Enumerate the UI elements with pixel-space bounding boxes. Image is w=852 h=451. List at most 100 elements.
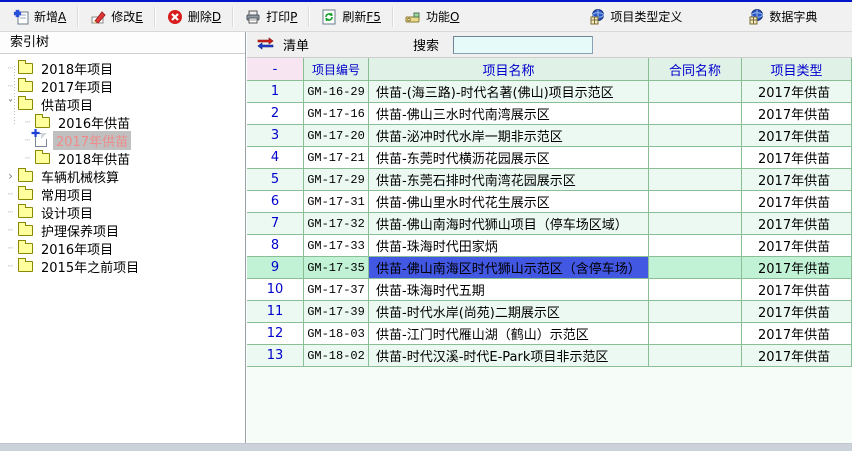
cell-project-code[interactable]: GM-17-29: [304, 169, 369, 190]
cell-row-number[interactable]: 5: [247, 169, 304, 190]
cell-project-name[interactable]: 供苗-珠海时代五期: [369, 279, 649, 300]
cell-project-type[interactable]: 2017年供苗: [742, 279, 852, 300]
table-row[interactable]: 3 GM-17-20 供苗-泌冲时代水岸一期非示范区 2017年供苗: [247, 125, 852, 147]
swap-arrows-icon[interactable]: [257, 37, 274, 53]
table-row[interactable]: 9 GM-17-35 供苗-佛山南海区时代狮山示范区（含停车场） 2017年供苗: [247, 257, 852, 279]
tree-expand-icon[interactable]: [4, 81, 17, 92]
table-row[interactable]: 2 GM-17-16 供苗-佛山三水时代南湾展示区 2017年供苗: [247, 103, 852, 125]
tree-item[interactable]: 设计项目: [0, 203, 245, 221]
cell-row-number[interactable]: 3: [247, 125, 304, 146]
table-row[interactable]: 11 GM-17-39 供苗-时代水岸(尚苑)二期展示区 2017年供苗: [247, 301, 852, 323]
cell-contract-name[interactable]: [649, 235, 742, 256]
cell-row-number[interactable]: 4: [247, 147, 304, 168]
tree-item[interactable]: 2015年之前项目: [0, 257, 245, 275]
tree-expand-icon[interactable]: [4, 243, 17, 254]
delete-button[interactable]: 删除D: [160, 5, 228, 28]
cell-project-name[interactable]: 供苗-佛山南海时代狮山项目（停车场区域）: [369, 213, 649, 234]
cell-row-number[interactable]: 13: [247, 345, 304, 366]
column-header-type[interactable]: 项目类型: [742, 58, 852, 80]
cell-project-name[interactable]: 供苗-(海三路)-时代名著(佛山)项目示范区: [369, 81, 649, 102]
table-row[interactable]: 7 GM-17-32 供苗-佛山南海时代狮山项目（停车场区域） 2017年供苗: [247, 213, 852, 235]
project-type-define-button[interactable]: 项目类型定义: [582, 5, 689, 28]
tree-item[interactable]: 2018年项目: [0, 59, 245, 77]
cell-project-code[interactable]: GM-17-16: [304, 103, 369, 124]
cell-project-name[interactable]: 供苗-泌冲时代水岸一期非示范区: [369, 125, 649, 146]
cell-project-name[interactable]: 供苗-时代汉溪-时代E-Park项目非示范区: [369, 345, 649, 366]
tree-item[interactable]: 车辆机械核算: [0, 167, 245, 185]
cell-contract-name[interactable]: [649, 213, 742, 234]
cell-contract-name[interactable]: [649, 279, 742, 300]
search-input[interactable]: [453, 36, 593, 54]
cell-project-code[interactable]: GM-18-03: [304, 323, 369, 344]
tree-item[interactable]: 2018年供苗: [0, 149, 245, 167]
cell-project-code[interactable]: GM-17-33: [304, 235, 369, 256]
cell-project-code[interactable]: GM-17-21: [304, 147, 369, 168]
cell-project-code[interactable]: GM-17-37: [304, 279, 369, 300]
tree-item[interactable]: 供苗项目: [0, 95, 245, 113]
cell-project-name[interactable]: 供苗-时代水岸(尚苑)二期展示区: [369, 301, 649, 322]
data-dictionary-button[interactable]: 数据字典: [741, 5, 824, 28]
cell-project-type[interactable]: 2017年供苗: [742, 169, 852, 190]
cell-row-number[interactable]: 10: [247, 279, 304, 300]
tree-expand-icon[interactable]: [21, 153, 34, 164]
cell-contract-name[interactable]: [649, 81, 742, 102]
cell-project-type[interactable]: 2017年供苗: [742, 213, 852, 234]
tree-expand-icon[interactable]: [4, 99, 17, 110]
cell-contract-name[interactable]: [649, 103, 742, 124]
cell-project-type[interactable]: 2017年供苗: [742, 103, 852, 124]
cell-project-type[interactable]: 2017年供苗: [742, 345, 852, 366]
cell-project-code[interactable]: GM-17-35: [304, 257, 369, 278]
column-header-name[interactable]: 项目名称: [369, 58, 649, 80]
tree-item[interactable]: 2016年项目: [0, 239, 245, 257]
cell-project-name[interactable]: 供苗-佛山里水时代花生展示区: [369, 191, 649, 212]
table-row[interactable]: 1 GM-16-29 供苗-(海三路)-时代名著(佛山)项目示范区 2017年供…: [247, 81, 852, 103]
cell-project-type[interactable]: 2017年供苗: [742, 147, 852, 168]
cell-project-code[interactable]: GM-17-32: [304, 213, 369, 234]
cell-contract-name[interactable]: [649, 345, 742, 366]
function-button[interactable]: 功能O: [398, 5, 466, 28]
cell-project-code[interactable]: GM-17-20: [304, 125, 369, 146]
cell-contract-name[interactable]: [649, 147, 742, 168]
cell-project-type[interactable]: 2017年供苗: [742, 301, 852, 322]
table-row[interactable]: 5 GM-17-29 供苗-东莞石排时代南湾花园展示区 2017年供苗: [247, 169, 852, 191]
tree-expand-icon[interactable]: [21, 117, 34, 128]
horizontal-scrollbar[interactable]: [0, 443, 852, 451]
tree-expand-icon[interactable]: [4, 261, 17, 272]
tree-expand-icon[interactable]: [4, 207, 17, 218]
tree-item[interactable]: 2017年供苗: [0, 131, 245, 149]
tree-item[interactable]: 常用项目: [0, 185, 245, 203]
cell-row-number[interactable]: 8: [247, 235, 304, 256]
cell-project-code[interactable]: GM-17-31: [304, 191, 369, 212]
cell-project-type[interactable]: 2017年供苗: [742, 323, 852, 344]
tree-item[interactable]: 护理保养项目: [0, 221, 245, 239]
tree-expand-icon[interactable]: [4, 169, 17, 183]
cell-project-code[interactable]: GM-17-39: [304, 301, 369, 322]
column-header-contract[interactable]: 合同名称: [649, 58, 742, 80]
cell-project-type[interactable]: 2017年供苗: [742, 235, 852, 256]
cell-row-number[interactable]: 12: [247, 323, 304, 344]
cell-project-name[interactable]: 供苗-珠海时代田家炳: [369, 235, 649, 256]
table-row[interactable]: 8 GM-17-33 供苗-珠海时代田家炳 2017年供苗: [247, 235, 852, 257]
cell-contract-name[interactable]: [649, 125, 742, 146]
tree-expand-icon[interactable]: [4, 189, 17, 200]
cell-project-type[interactable]: 2017年供苗: [742, 125, 852, 146]
cell-row-number[interactable]: 2: [247, 103, 304, 124]
table-row[interactable]: 10 GM-17-37 供苗-珠海时代五期 2017年供苗: [247, 279, 852, 301]
cell-row-number[interactable]: 6: [247, 191, 304, 212]
tree-expand-icon[interactable]: [4, 63, 17, 74]
tree-expand-icon[interactable]: [4, 225, 17, 236]
table-row[interactable]: 13 GM-18-02 供苗-时代汉溪-时代E-Park项目非示范区 2017年…: [247, 345, 852, 367]
table-row[interactable]: 6 GM-17-31 供苗-佛山里水时代花生展示区 2017年供苗: [247, 191, 852, 213]
cell-row-number[interactable]: 7: [247, 213, 304, 234]
add-button[interactable]: 新增A: [6, 5, 73, 28]
table-row[interactable]: 4 GM-17-21 供苗-东莞时代横沥花园展示区 2017年供苗: [247, 147, 852, 169]
cell-row-number[interactable]: 1: [247, 81, 304, 102]
cell-project-type[interactable]: 2017年供苗: [742, 257, 852, 278]
cell-project-type[interactable]: 2017年供苗: [742, 191, 852, 212]
cell-project-type[interactable]: 2017年供苗: [742, 81, 852, 102]
column-header-code[interactable]: 项目编号: [304, 58, 369, 80]
refresh-button[interactable]: 刷新F5: [314, 5, 388, 28]
cell-project-name[interactable]: 供苗-佛山南海区时代狮山示范区（含停车场）: [369, 257, 649, 278]
cell-project-code[interactable]: GM-16-29: [304, 81, 369, 102]
cell-contract-name[interactable]: [649, 169, 742, 190]
